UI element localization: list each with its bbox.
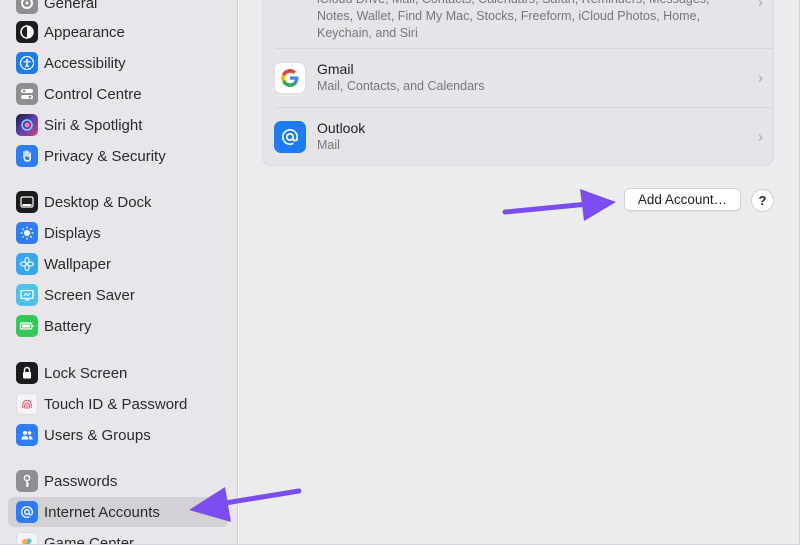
lock-icon: [16, 362, 38, 384]
sidebar-item-label: Internet Accounts: [44, 503, 160, 521]
main-content: iCloud Drive, Mail, Contacts, Calendars,…: [239, 0, 799, 544]
sidebar-item-label: Desktop & Dock: [44, 193, 152, 211]
help-button[interactable]: ?: [751, 189, 774, 212]
sidebar-item-wallpaper[interactable]: Wallpaper: [8, 249, 228, 279]
sidebar-item-label: Passwords: [44, 472, 118, 490]
sidebar-item-label: Lock Screen: [44, 364, 128, 382]
sidebar-item-label: Wallpaper: [44, 255, 111, 273]
sidebar-item-label: Game Center: [44, 534, 135, 545]
account-detail: Mail, Contacts, and Calendars: [317, 79, 485, 93]
sidebar-item-label: Accessibility: [44, 54, 126, 72]
sidebar-item-users-groups[interactable]: Users & Groups: [8, 420, 228, 450]
hand-icon: [16, 145, 38, 167]
chevron-right-icon: ›: [758, 69, 763, 86]
sidebar-item-label: Screen Saver: [44, 286, 135, 304]
battery-icon: [16, 315, 38, 337]
sidebar-item-label: Control Centre: [44, 85, 142, 103]
sidebar-item-label: Battery: [44, 317, 92, 335]
sidebar-item-siri-spotlight[interactable]: Siri & Spotlight: [8, 110, 228, 140]
account-text: Outlook Mail: [317, 119, 365, 154]
siri-icon: [16, 114, 38, 136]
google-icon: [274, 61, 306, 94]
at-icon: [16, 501, 38, 523]
icloud-account-text: iCloud Drive, Mail, Contacts, Calendars,…: [317, 0, 710, 42]
account-row-gmail[interactable]: Gmail Mail, Contacts, and Calendars ›: [263, 48, 773, 107]
account-row-outlook[interactable]: Outlook Mail ›: [263, 107, 773, 166]
appearance-icon: [16, 21, 38, 43]
sidebar-item-game-center[interactable]: Game Center: [8, 528, 228, 545]
sidebar-item-privacy-security[interactable]: Privacy & Security: [8, 141, 228, 171]
sidebar-item-displays[interactable]: Displays: [8, 218, 228, 248]
dock-icon: [16, 191, 38, 213]
sidebar-item-battery[interactable]: Battery: [8, 311, 228, 341]
accounts-list: iCloud Drive, Mail, Contacts, Calendars,…: [262, 0, 774, 166]
sidebar-item-lock-screen[interactable]: Lock Screen: [8, 358, 228, 388]
gear-icon: [16, 0, 38, 14]
sidebar-item-label: Appearance: [44, 23, 125, 41]
annotation-arrow-internet-accounts: [189, 487, 302, 522]
account-name: Gmail: [317, 61, 354, 77]
key-icon: [16, 470, 38, 492]
chevron-right-icon: ›: [758, 0, 763, 11]
sidebar-item-desktop-dock[interactable]: Desktop & Dock: [8, 187, 228, 217]
row-divider: [275, 48, 773, 49]
account-detail-line: iCloud Drive, Mail, Contacts, Calendars,…: [317, 0, 710, 8]
game-center-icon: [16, 532, 38, 544]
sidebar-item-label: Siri & Spotlight: [44, 116, 143, 134]
chevron-right-icon: ›: [758, 128, 763, 145]
system-settings-window: General Appearance Accessibility Control…: [0, 0, 800, 545]
sidebar-item-control-centre[interactable]: Control Centre: [8, 79, 228, 109]
flower-icon: [16, 253, 38, 275]
account-detail-line: Notes, Wallet, Find My Mac, Stocks, Free…: [317, 9, 700, 23]
sidebar-item-appearance[interactable]: Appearance: [8, 17, 228, 47]
screen-saver-icon: [16, 284, 38, 306]
annotation-arrow-add-account: [502, 189, 616, 221]
sidebar-item-label: Touch ID & Password: [44, 395, 188, 413]
control-centre-icon: [16, 83, 38, 105]
account-row-icloud[interactable]: iCloud Drive, Mail, Contacts, Calendars,…: [263, 0, 773, 48]
users-icon: [16, 424, 38, 446]
accessibility-icon: [16, 52, 38, 74]
sidebar-item-label: Privacy & Security: [44, 147, 166, 165]
sidebar-item-accessibility[interactable]: Accessibility: [8, 48, 228, 78]
sidebar: General Appearance Accessibility Control…: [0, 0, 238, 545]
account-text: Gmail Mail, Contacts, and Calendars: [317, 60, 484, 95]
sidebar-item-general[interactable]: General: [8, 0, 228, 18]
row-divider: [275, 107, 773, 108]
fingerprint-icon: [16, 393, 38, 415]
sidebar-item-label: Displays: [44, 224, 101, 242]
at-icon: [274, 120, 306, 153]
sidebar-item-label: General: [44, 0, 98, 12]
sun-icon: [16, 222, 38, 244]
add-account-button[interactable]: Add Account…: [624, 188, 741, 211]
account-detail-line: Keychain, and Siri: [317, 26, 418, 40]
sidebar-item-touch-id-password[interactable]: Touch ID & Password: [8, 389, 228, 419]
sidebar-item-screen-saver[interactable]: Screen Saver: [8, 280, 228, 310]
sidebar-item-label: Users & Groups: [44, 426, 151, 444]
account-detail: Mail: [317, 138, 340, 152]
account-name: Outlook: [317, 120, 366, 136]
